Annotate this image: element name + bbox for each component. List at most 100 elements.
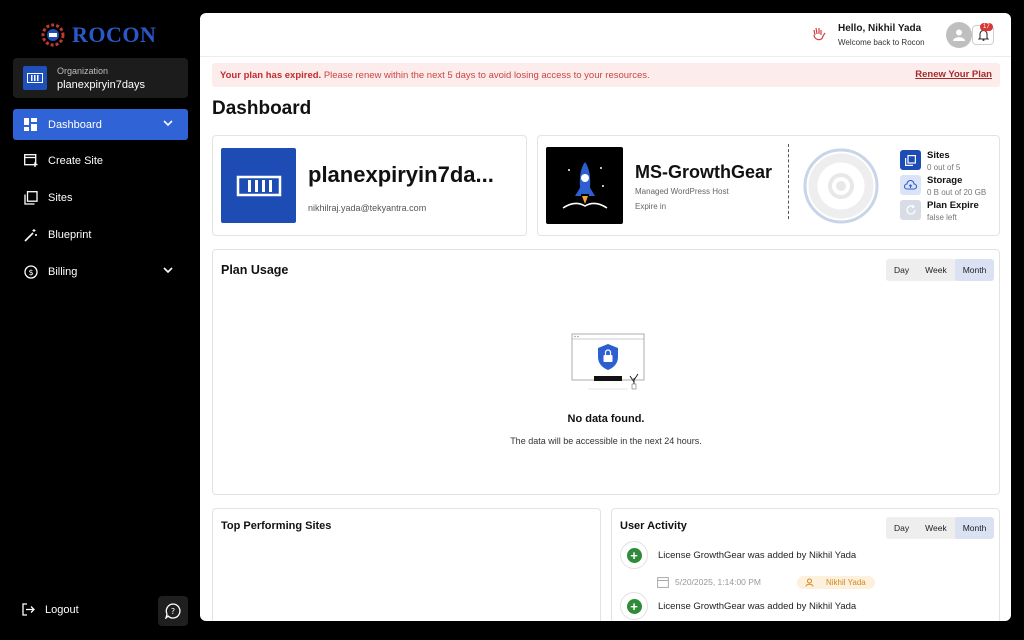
sidebar-item-blueprint[interactable]: Blueprint bbox=[13, 219, 188, 250]
brand-logo[interactable]: ROCON bbox=[40, 22, 156, 48]
chevron-down-icon bbox=[163, 267, 173, 274]
brand-name: ROCON bbox=[72, 22, 157, 47]
container-icon bbox=[27, 73, 43, 83]
range-week-button[interactable]: Week bbox=[917, 259, 955, 281]
organization-card: planexpiryin7da... nikhilraj.yada@tekyan… bbox=[212, 135, 527, 236]
top-sites-title: Top Performing Sites bbox=[221, 520, 332, 532]
activity-item: + License GrowthGear was added by Nikhil… bbox=[620, 541, 856, 569]
org-big-avatar bbox=[221, 148, 296, 223]
alert-strong: Your plan has expired. bbox=[220, 69, 322, 81]
org-avatar bbox=[23, 66, 47, 90]
activity-time: 5/20/2025, 1:14:00 PM bbox=[675, 577, 762, 587]
activity-text: License GrowthGear was added by Nikhil Y… bbox=[658, 600, 857, 612]
usage-ring-chart bbox=[803, 148, 879, 224]
site-type: Managed WordPress Host bbox=[635, 187, 729, 196]
main-panel: Hello, Nikhil Yada Welcome back to Rocon… bbox=[200, 13, 1011, 621]
sidebar-item-label: Sites bbox=[48, 191, 73, 204]
magic-wand-icon bbox=[23, 227, 38, 242]
activity-range-toggle: Day Week Month bbox=[886, 517, 995, 539]
stat-value: 0 out of 5 bbox=[927, 163, 961, 172]
site-name: MS-GrowthGear bbox=[635, 162, 773, 182]
logout-button[interactable]: Logout bbox=[22, 603, 79, 616]
alert-message: Please renew within the next 5 days to a… bbox=[321, 69, 650, 81]
user-avatar[interactable] bbox=[946, 22, 972, 48]
range-day-button[interactable]: Day bbox=[886, 259, 917, 281]
container-icon bbox=[236, 175, 281, 196]
sidebar-item-billing[interactable]: $ Billing bbox=[13, 256, 188, 287]
activity-item: + License GrowthGear was added by Nikhil… bbox=[620, 592, 856, 620]
no-data-illustration bbox=[571, 333, 645, 390]
stacked-pages-icon bbox=[23, 190, 38, 205]
user-icon bbox=[953, 29, 965, 41]
sidebar-item-label: Blueprint bbox=[48, 228, 92, 241]
stat-value: false left bbox=[927, 213, 957, 222]
activity-text: License GrowthGear was added by Nikhil Y… bbox=[658, 549, 857, 561]
range-month-button[interactable]: Month bbox=[954, 517, 995, 539]
empty-state-title: No data found. bbox=[567, 413, 645, 425]
org-name: planexpiryin7days bbox=[57, 78, 146, 91]
calendar-icon bbox=[657, 577, 669, 588]
greeting-subtitle: Welcome back to Rocon bbox=[838, 38, 925, 47]
plan-expired-alert: Your plan has expired. Please renew with… bbox=[212, 63, 1000, 87]
greeting-title: Hello, Nikhil Yada bbox=[838, 23, 922, 34]
activity-add-icon: + bbox=[620, 592, 648, 620]
empty-state-subtitle: The data will be accessible in the next … bbox=[510, 436, 702, 446]
plan-usage-range-toggle: Day Week Month bbox=[886, 259, 995, 281]
stat-storage: Storage 0 B out of 20 GB bbox=[900, 175, 986, 197]
help-button[interactable]: ? bbox=[158, 596, 188, 626]
sidebar-item-dashboard[interactable]: Dashboard bbox=[13, 109, 188, 140]
user-icon bbox=[805, 578, 814, 587]
waving-hand-icon bbox=[813, 27, 826, 41]
plan-usage-title: Plan Usage bbox=[221, 263, 289, 277]
organization-switcher[interactable]: Organization planexpiryin7days bbox=[13, 58, 188, 98]
stat-title: Plan Expire bbox=[927, 200, 979, 211]
logout-label: Logout bbox=[45, 603, 79, 616]
stat-sites: Sites 0 out of 5 bbox=[900, 150, 960, 172]
svg-text:$: $ bbox=[28, 268, 33, 277]
help-chat-icon: ? bbox=[165, 603, 181, 619]
user-activity-card: User Activity Day Week Month + License G… bbox=[611, 508, 1000, 621]
top-sites-card: Top Performing Sites bbox=[212, 508, 601, 621]
page-title: Dashboard bbox=[212, 98, 312, 119]
sidebar-item-create-site[interactable]: Create Site bbox=[13, 145, 188, 176]
rocket-icon bbox=[562, 161, 607, 209]
sidebar-item-label: Billing bbox=[48, 265, 78, 278]
rocket-illustration bbox=[546, 147, 623, 224]
renew-plan-link[interactable]: Renew Your Plan bbox=[915, 69, 992, 80]
sidebar-item-sites[interactable]: Sites bbox=[13, 182, 188, 213]
logo-gear-icon bbox=[41, 23, 65, 47]
refresh-clock-icon bbox=[900, 200, 921, 220]
cloud-upload-icon bbox=[900, 175, 921, 195]
stat-title: Sites bbox=[927, 150, 950, 161]
plan-usage-card: Plan Usage Day Week Month No data found.… bbox=[212, 249, 1000, 495]
user-activity-title: User Activity bbox=[620, 520, 687, 532]
top-bar: Hello, Nikhil Yada Welcome back to Rocon… bbox=[200, 13, 1011, 57]
chevron-down-icon bbox=[163, 120, 173, 127]
activity-user-name: Nikhil Yada bbox=[826, 578, 866, 587]
divider bbox=[788, 144, 789, 219]
org-card-name: planexpiryin7da... bbox=[308, 162, 494, 187]
logout-icon bbox=[22, 603, 35, 616]
dollar-circle-icon: $ bbox=[23, 264, 38, 279]
stat-plan-expire: Plan Expire false left bbox=[900, 200, 979, 222]
sidebar-item-label: Create Site bbox=[48, 154, 104, 167]
stat-value: 0 B out of 20 GB bbox=[927, 188, 987, 197]
activity-user-badge: Nikhil Yada bbox=[797, 576, 875, 589]
app-window: ROCON Organization planexpiryin7days Das… bbox=[0, 0, 1024, 640]
activity-add-icon: + bbox=[620, 541, 648, 569]
site-summary-card: MS-GrowthGear Managed WordPress Host Exp… bbox=[537, 135, 1000, 236]
range-month-button[interactable]: Month bbox=[954, 259, 995, 281]
sites-stat-icon bbox=[900, 150, 921, 170]
site-expire: Expire in bbox=[635, 202, 667, 211]
svg-text:?: ? bbox=[171, 607, 175, 616]
dashboard-icon bbox=[23, 117, 38, 132]
org-card-email: nikhilraj.yada@tekyantra.com bbox=[308, 203, 427, 213]
org-label: Organization bbox=[57, 65, 109, 76]
sidebar-item-label: Dashboard bbox=[48, 118, 102, 131]
stat-title: Storage bbox=[927, 175, 963, 186]
activity-timestamp: 5/20/2025, 1:14:00 PM bbox=[657, 576, 761, 588]
notification-count-badge: 17 bbox=[980, 23, 993, 31]
sidebar: ROCON Organization planexpiryin7days Das… bbox=[0, 0, 200, 640]
range-day-button[interactable]: Day bbox=[886, 517, 917, 539]
range-week-button[interactable]: Week bbox=[917, 517, 955, 539]
